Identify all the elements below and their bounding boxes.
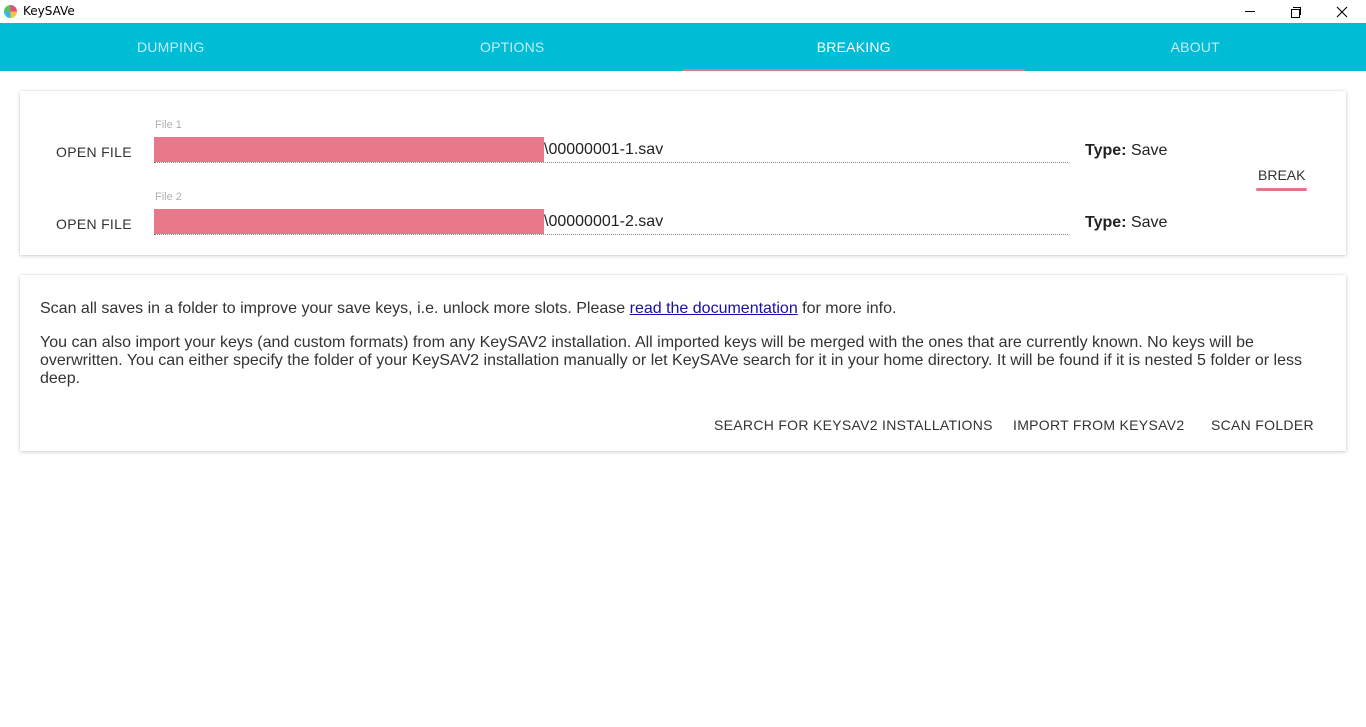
search-keysav2-button[interactable]: SEARCH FOR KEYSAV2 INSTALLATIONS xyxy=(714,417,993,433)
type-value: Save xyxy=(1130,142,1168,159)
restore-icon xyxy=(1291,6,1301,18)
tab-bar: DUMPING OPTIONS BREAKING ABOUT xyxy=(0,23,1366,71)
redacted-path xyxy=(154,137,544,162)
file-2-label: File 2 xyxy=(155,191,182,203)
tab-breaking[interactable]: BREAKING xyxy=(683,23,1025,71)
close-button[interactable] xyxy=(1319,0,1365,23)
break-files-card: OPEN FILE File 1 \00000001-1.sav Type: S… xyxy=(20,91,1346,255)
file-2-field[interactable]: \00000001-2.sav xyxy=(154,209,1068,235)
file-1-path: \00000001-1.sav xyxy=(544,141,664,158)
scan-folder-button[interactable]: SCAN FOLDER xyxy=(1211,417,1314,433)
file-2-path: \00000001-2.sav xyxy=(544,213,664,230)
open-file-1-button[interactable]: OPEN FILE xyxy=(56,144,132,160)
scan-import-card: Scan all saves in a folder to improve yo… xyxy=(20,275,1346,451)
close-icon xyxy=(1336,6,1348,17)
open-file-2-button[interactable]: OPEN FILE xyxy=(56,216,132,232)
scan-text-after: for more info. xyxy=(797,300,897,317)
type-label: Type: xyxy=(1085,142,1127,159)
minimize-button[interactable] xyxy=(1227,0,1273,23)
file-1-type: Type: Save xyxy=(1085,142,1167,160)
documentation-link[interactable]: read the documentation xyxy=(630,300,798,317)
break-button[interactable]: BREAK xyxy=(1255,167,1308,191)
file-1-label: File 1 xyxy=(155,119,182,131)
scan-description: Scan all saves in a folder to improve yo… xyxy=(40,300,1320,318)
import-description: You can also import your keys (and custo… xyxy=(40,334,1302,387)
scan-text-before: Scan all saves in a folder to improve yo… xyxy=(40,300,630,317)
tab-options[interactable]: OPTIONS xyxy=(342,23,684,71)
window-title: KeySAVe xyxy=(23,4,75,18)
title-bar: KeySAVe xyxy=(0,0,1366,23)
redacted-path xyxy=(154,209,544,234)
tab-dumping[interactable]: DUMPING xyxy=(0,23,342,71)
tab-about[interactable]: ABOUT xyxy=(1025,23,1366,71)
import-keysav2-button[interactable]: IMPORT FROM KEYSAV2 xyxy=(1013,417,1184,433)
maximize-button[interactable] xyxy=(1273,0,1319,23)
file-1-field[interactable]: \00000001-1.sav xyxy=(154,137,1068,163)
file-2-type: Type: Save xyxy=(1085,214,1167,232)
type-label: Type: xyxy=(1085,214,1127,231)
type-value: Save xyxy=(1130,214,1168,231)
app-logo-icon xyxy=(4,5,17,18)
